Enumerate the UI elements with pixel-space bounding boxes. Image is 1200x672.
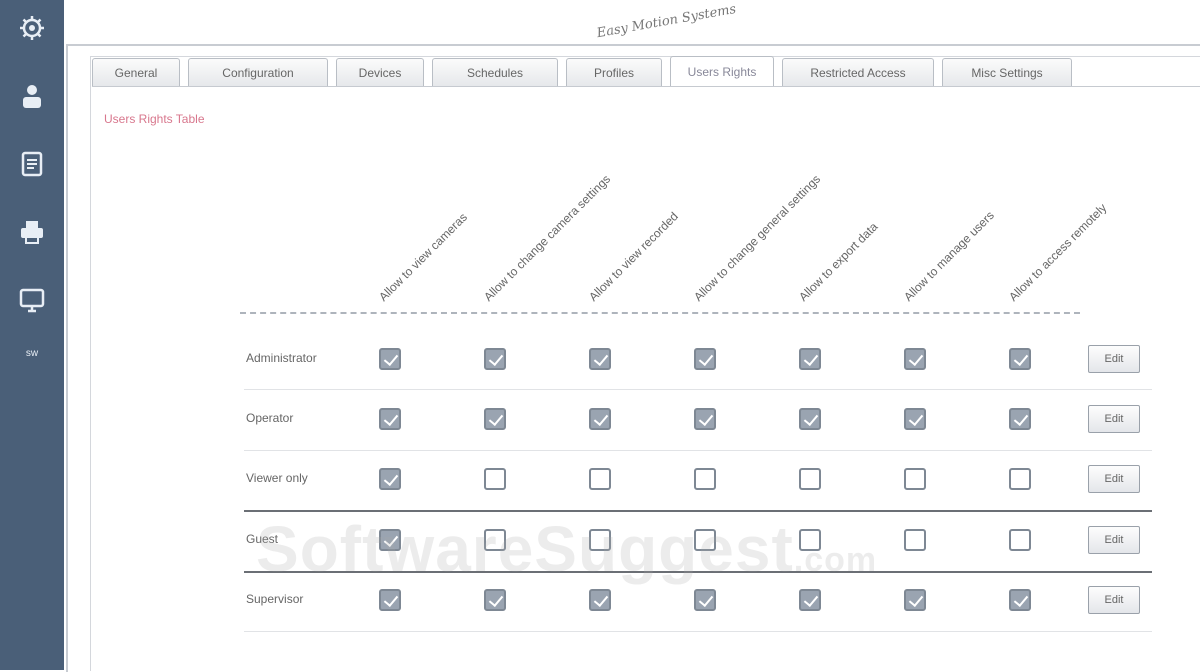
row-edit-button[interactable]: Edit bbox=[1088, 465, 1140, 493]
permission-checkbox[interactable] bbox=[379, 408, 401, 430]
permission-checkbox[interactable] bbox=[799, 468, 821, 490]
permission-checkbox[interactable] bbox=[484, 408, 506, 430]
row-label: Operator bbox=[246, 411, 294, 425]
tab-label: General bbox=[114, 65, 158, 80]
permission-checkbox[interactable] bbox=[589, 468, 611, 490]
permission-checkbox[interactable] bbox=[1009, 468, 1031, 490]
document-icon[interactable] bbox=[14, 146, 50, 182]
tab-label: Users Rights bbox=[687, 65, 757, 79]
permission-checkbox[interactable] bbox=[799, 408, 821, 430]
row-separator bbox=[244, 450, 1152, 451]
tab-label: Schedules bbox=[466, 65, 524, 80]
permission-checkbox[interactable] bbox=[904, 348, 926, 370]
left-sidebar: sw bbox=[0, 0, 64, 670]
tab-underline bbox=[92, 86, 1200, 87]
settings-icon[interactable] bbox=[14, 10, 50, 46]
permission-checkbox[interactable] bbox=[484, 589, 506, 611]
row-edit-button[interactable]: Edit bbox=[1088, 345, 1140, 373]
rail-label: sw bbox=[25, 348, 39, 359]
permission-checkbox[interactable] bbox=[694, 348, 716, 370]
logo-text: Easy Motion Systems bbox=[595, 1, 738, 42]
permission-checkbox[interactable] bbox=[1009, 529, 1031, 551]
permission-checkbox[interactable] bbox=[904, 468, 926, 490]
permission-checkbox[interactable] bbox=[1009, 589, 1031, 611]
tab-bar: General Configuration Devices Schedules … bbox=[92, 56, 1074, 88]
section-title: Users Rights Table bbox=[104, 112, 205, 126]
permission-checkbox[interactable] bbox=[589, 589, 611, 611]
row-edit-button[interactable]: Edit bbox=[1088, 526, 1140, 554]
tab-profiles[interactable]: Profiles bbox=[566, 58, 662, 86]
tab-devices[interactable]: Devices bbox=[336, 58, 424, 86]
printer-icon[interactable] bbox=[14, 214, 50, 250]
tab-restricted-access[interactable]: Restricted Access bbox=[782, 58, 934, 86]
tab-label: Profiles bbox=[593, 65, 634, 80]
tab-misc-settings[interactable]: Misc Settings bbox=[942, 58, 1072, 86]
tab-label: Misc Settings bbox=[971, 65, 1043, 80]
row-label: Administrator bbox=[246, 351, 317, 365]
monitor-icon[interactable] bbox=[14, 282, 50, 318]
row-edit-button[interactable]: Edit bbox=[1088, 405, 1140, 433]
tab-label: Restricted Access bbox=[810, 65, 906, 80]
permission-checkbox[interactable] bbox=[799, 589, 821, 611]
row-separator bbox=[244, 389, 1152, 390]
permission-checkbox[interactable] bbox=[379, 589, 401, 611]
permission-checkbox[interactable] bbox=[379, 468, 401, 490]
permission-checkbox[interactable] bbox=[694, 408, 716, 430]
tab-schedules[interactable]: Schedules bbox=[432, 58, 558, 86]
permission-checkbox[interactable] bbox=[484, 468, 506, 490]
permission-checkbox[interactable] bbox=[1009, 408, 1031, 430]
permission-checkbox[interactable] bbox=[1009, 348, 1031, 370]
row-label: Supervisor bbox=[246, 592, 304, 606]
watermark-main: SoftwareSuggest bbox=[256, 513, 794, 585]
permission-checkbox[interactable] bbox=[379, 348, 401, 370]
header-divider bbox=[240, 312, 1080, 314]
permission-checkbox[interactable] bbox=[589, 348, 611, 370]
brand-logo: Easy Motion Systems bbox=[595, 1, 738, 42]
permission-checkbox[interactable] bbox=[904, 529, 926, 551]
tab-label: Devices bbox=[358, 65, 402, 80]
watermark: SoftwareSuggest.com bbox=[256, 512, 877, 586]
tab-configuration[interactable]: Configuration bbox=[188, 58, 328, 86]
permission-checkbox[interactable] bbox=[799, 348, 821, 370]
row-label: Viewer only bbox=[246, 471, 308, 485]
permission-checkbox[interactable] bbox=[904, 589, 926, 611]
tab-users-rights[interactable]: Users Rights bbox=[670, 56, 774, 87]
watermark-suffix: .com bbox=[793, 541, 878, 579]
permission-checkbox[interactable] bbox=[694, 589, 716, 611]
user-icon[interactable] bbox=[14, 78, 50, 114]
permission-checkbox[interactable] bbox=[589, 408, 611, 430]
permission-checkbox[interactable] bbox=[484, 348, 506, 370]
permission-checkbox[interactable] bbox=[904, 408, 926, 430]
row-edit-button[interactable]: Edit bbox=[1088, 586, 1140, 614]
tab-label: Configuration bbox=[222, 65, 294, 80]
permission-checkbox[interactable] bbox=[694, 468, 716, 490]
tab-general[interactable]: General bbox=[92, 58, 180, 86]
row-separator bbox=[244, 631, 1152, 632]
